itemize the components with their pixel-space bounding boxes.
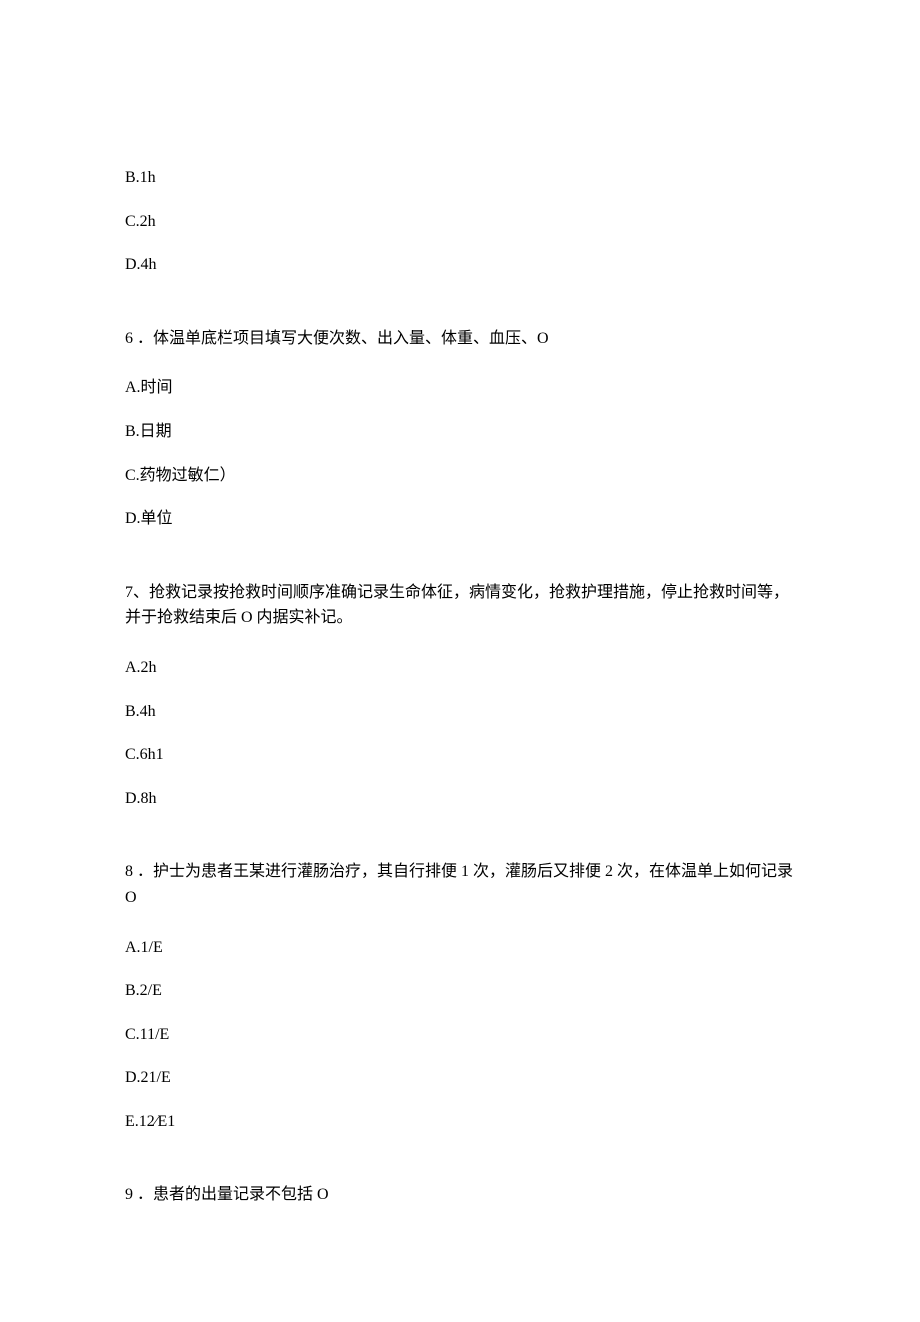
question-9-number: 9 — [125, 1186, 133, 1203]
question-8-option-e: E.12∕E1 — [125, 1109, 795, 1135]
question-8-number: 8 — [125, 863, 133, 880]
question-7-option-c: C.6h1 — [125, 742, 795, 768]
question-8-option-b: B.2/E — [125, 978, 795, 1004]
question-6-option-c: C.药物过敏仁） — [125, 463, 795, 489]
question-8-option-d: D.21/E — [125, 1065, 795, 1091]
question-7: 7、抢救记录按抢救时间顺序准确记录生命体征，病情变化，抢救护理措施，停止抢救时间… — [125, 580, 795, 631]
partial-option-b: B.1h — [125, 165, 795, 191]
question-8-text: ．护士为患者王某进行灌肠治疗，其自行排便 1 次，灌肠后又排便 2 次，在体温单… — [125, 863, 793, 906]
question-7-text: 、抢救记录按抢救时间顺序准确记录生命体征，病情变化，抢救护理措施，停止抢救时间等… — [125, 584, 789, 627]
question-6-option-d: D.单位 — [125, 506, 795, 532]
question-9: 9 ．患者的出量记录不包括 O — [125, 1182, 795, 1208]
question-7-option-b: B.4h — [125, 699, 795, 725]
question-7-option-d: D.8h — [125, 786, 795, 812]
question-6-text: ．体温单底栏项目填写大便次数、出入量、体重、血压、O — [137, 330, 549, 347]
partial-option-d: D.4h — [125, 252, 795, 278]
question-8: 8 ．护士为患者王某进行灌肠治疗，其自行排便 1 次，灌肠后又排便 2 次，在体… — [125, 859, 795, 910]
question-8-option-a: A.1/E — [125, 935, 795, 961]
question-6-option-a: A.时间 — [125, 375, 795, 401]
question-7-option-a: A.2h — [125, 655, 795, 681]
question-7-number: 7 — [125, 584, 133, 601]
question-6: 6 ．体温单底栏项目填写大便次数、出入量、体重、血压、O — [125, 326, 795, 352]
partial-option-c: C.2h — [125, 209, 795, 235]
question-8-option-c: C.11/E — [125, 1022, 795, 1048]
question-9-text: ．患者的出量记录不包括 O — [137, 1186, 329, 1203]
question-6-number: 6 — [125, 330, 133, 347]
question-6-option-b: B.日期 — [125, 419, 795, 445]
